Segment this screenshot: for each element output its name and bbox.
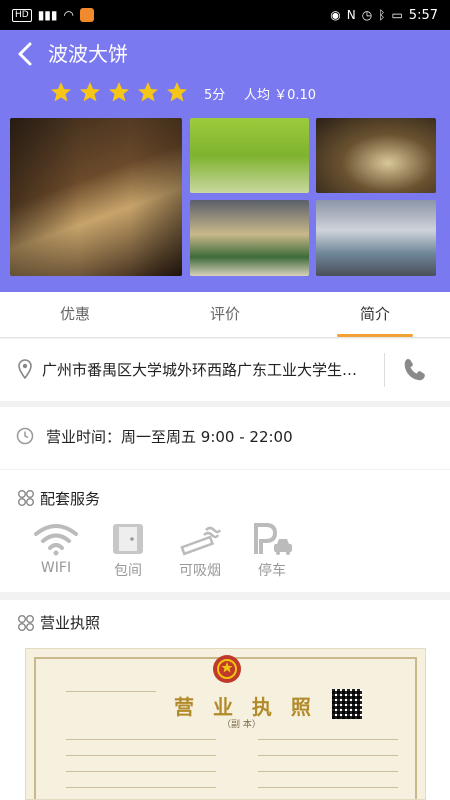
services-title: 配套服务 — [40, 490, 101, 508]
address-row[interactable]: 广州市番禺区大学城外环西路广东工业大学生活区... — [0, 339, 450, 401]
wifi-status-icon: ◠ — [63, 8, 74, 22]
tab-offers[interactable]: 优惠 — [0, 292, 150, 337]
tab-reviews[interactable]: 评价 — [150, 292, 300, 337]
cigarette-icon — [180, 526, 222, 556]
signal-icon: ▮▮▮ — [37, 8, 58, 22]
back-button[interactable] — [14, 40, 38, 68]
network-type: HD — [12, 8, 32, 22]
license-section: 营业执照 营 业 执 照 （副 本） — [0, 600, 450, 800]
average-price: 人均 ￥0.10 — [244, 88, 317, 103]
service-label: WIFI — [40, 560, 72, 576]
clock-icon — [16, 427, 34, 445]
license-heading: 营 业 执 照 — [174, 695, 317, 719]
bluetooth-icon: ᛒ — [378, 8, 386, 22]
services-list: WIFI 包间 可吸烟 停车 — [30, 522, 298, 580]
service-smoking: 可吸烟 — [174, 522, 226, 580]
location-pin-icon — [18, 359, 32, 379]
qr-code — [332, 689, 362, 719]
business-license-image[interactable]: 营 业 执 照 （副 本） — [25, 648, 426, 800]
status-bar: HD ▮▮▮ ◠ ◉ N ◷ ᛒ ▭ 5:57 — [0, 0, 450, 30]
service-wifi: WIFI — [30, 522, 82, 580]
shop-photo-table[interactable] — [316, 200, 436, 276]
license-subheading: （副 本） — [222, 720, 261, 730]
door-icon — [113, 524, 143, 554]
tab-intro[interactable]: 简介 — [300, 292, 450, 337]
parking-icon — [254, 523, 292, 555]
shop-photo-tea[interactable] — [316, 118, 436, 193]
alarm-icon: ◷ — [361, 8, 373, 22]
chevron-left-icon — [18, 42, 32, 66]
clock-time: 5:57 — [408, 7, 438, 23]
service-label: 停车 — [258, 563, 286, 579]
shop-header: 波波大饼 5分 人均 ￥0.10 — [0, 30, 450, 292]
service-label: 包间 — [114, 563, 142, 579]
nfc-icon: N — [346, 8, 356, 22]
shop-photo-main[interactable] — [10, 118, 182, 276]
rating-stars — [48, 80, 190, 104]
wifi-icon — [34, 524, 78, 556]
grid-icon — [18, 615, 34, 631]
star-icon — [167, 82, 187, 102]
national-emblem-icon — [213, 655, 241, 683]
eye-icon: ◉ — [330, 8, 341, 22]
service-private-room: 包间 — [102, 522, 154, 580]
grid-icon — [18, 490, 34, 506]
star-icon — [138, 82, 158, 102]
phone-icon[interactable] — [402, 357, 430, 383]
services-section: 配套服务 WIFI 包间 可吸烟 停车 — [0, 470, 450, 592]
service-parking: 停车 — [246, 522, 298, 580]
star-icon — [80, 82, 100, 102]
star-icon — [51, 82, 71, 102]
hours-text: 营业时间：周一至周五 9:00 - 22:00 — [46, 428, 293, 446]
service-label: 可吸烟 — [179, 563, 221, 579]
battery-icon: ▭ — [391, 8, 403, 22]
tab-bar: 优惠 评价 简介 — [0, 292, 450, 338]
license-title: 营业执照 — [40, 614, 101, 632]
shop-title: 波波大饼 — [48, 42, 128, 66]
star-icon — [109, 82, 129, 102]
download-icon — [80, 8, 94, 22]
divider — [384, 353, 385, 387]
hours-row: 营业时间：周一至周五 9:00 - 22:00 — [0, 407, 450, 469]
address-text: 广州市番禺区大学城外环西路广东工业大学生活区... — [42, 361, 362, 379]
shop-photo-interior[interactable] — [190, 200, 309, 276]
shop-photo-shelves[interactable] — [190, 118, 309, 193]
rating-score: 5分 — [204, 88, 226, 103]
